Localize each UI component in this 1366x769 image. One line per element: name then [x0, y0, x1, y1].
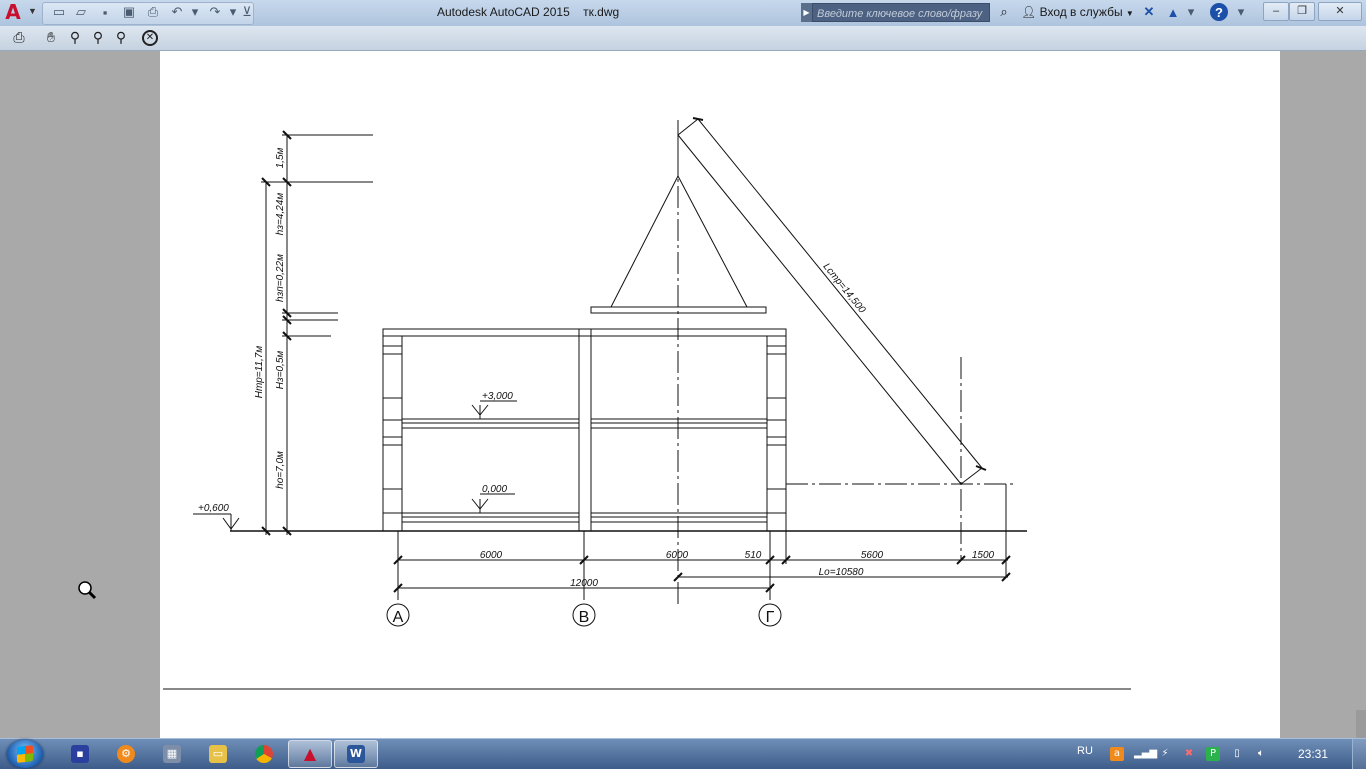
dim-text: 510 [745, 550, 762, 561]
usb-icon[interactable]: ▯ [1230, 747, 1244, 761]
a360-chevron-icon[interactable]: ▾ [1182, 4, 1200, 20]
level-text: 0,000 [482, 484, 507, 495]
restore-button[interactable]: ❐ [1289, 2, 1315, 21]
explorer-icon[interactable]: ▭ [196, 740, 240, 768]
dim-text: Hтр=11,7м [254, 346, 265, 399]
autocad-icon[interactable]: ▲ [288, 740, 332, 768]
dim-text: 6000 [480, 550, 503, 561]
word-icon[interactable]: W [334, 740, 378, 768]
axis-label: Г [766, 609, 775, 626]
dim-text: 12000 [570, 578, 598, 589]
saveas-icon[interactable]: ▣ [120, 4, 138, 20]
search-expand-icon[interactable]: ▶ [801, 3, 812, 22]
vlc-icon[interactable]: ⚙ [104, 740, 148, 768]
save-icon[interactable]: ▪ [96, 4, 114, 20]
dim-text: 5600 [861, 550, 884, 561]
login-chevron-icon: ▼ [1125, 9, 1134, 18]
language-indicator[interactable]: RU [1077, 745, 1093, 757]
zoom-previous-icon[interactable]: ⚲ [112, 29, 130, 47]
taskbar: ▪ ⚙ ▦ ▭ ▲ W RU a ▂▄▆ ⚡ ✖ P ▯ 🔈︎ 23:31 [0, 738, 1366, 769]
dim-text: 1500 [972, 550, 995, 561]
dim-text: Lо=10580 [819, 567, 864, 578]
user-icon: 👤︎ [1021, 5, 1037, 19]
tray-app-icon[interactable]: a [1110, 747, 1124, 761]
start-button[interactable] [7, 740, 43, 768]
zoom-realtime-icon[interactable]: ⚲ [66, 29, 84, 47]
network-signal-icon[interactable]: ▂▄▆ [1134, 747, 1157, 761]
redo-icon[interactable]: ↷ [206, 4, 224, 20]
customize-icon[interactable]: ⊻ [238, 4, 256, 20]
search-box [812, 3, 990, 23]
drawing-canvas: 1,5м hз=4,24м hзп=0,22м Hз=0,5м Hтр=11,7… [163, 117, 1131, 690]
show-desktop-button[interactable] [1352, 739, 1366, 769]
volume-icon[interactable]: 🔈︎ [1254, 747, 1268, 761]
close-button[interactable]: ✕ [1318, 2, 1362, 21]
login-button[interactable]: 👤︎ Вход в службы ▼ [1021, 5, 1134, 19]
scrollbar[interactable] [1356, 710, 1366, 738]
plot-preview-sheet: 1,5м hз=4,24м hзп=0,22м Hз=0,5м Hтр=11,7… [160, 51, 1280, 738]
dim-text: hо=7,0м [275, 451, 286, 489]
login-label: Вход в службы [1039, 5, 1123, 19]
calculator-icon[interactable]: ▦ [150, 740, 194, 768]
clock[interactable]: 23:31 [1298, 747, 1328, 761]
zoom-cursor-icon [78, 581, 97, 600]
level-text: +3,000 [482, 391, 513, 402]
open-icon[interactable]: ▱ [72, 4, 90, 20]
dim-text: hз=4,24м [275, 193, 286, 236]
chrome-icon[interactable] [242, 740, 286, 768]
dim-text: hзп=0,22м [275, 254, 286, 302]
minimize-button[interactable]: – [1263, 2, 1289, 21]
undo-dropdown-icon[interactable]: ▾ [186, 4, 204, 20]
help-chevron-icon[interactable]: ▾ [1232, 4, 1250, 20]
windows-logo-icon [17, 745, 33, 763]
preview-toolbar: ⎙ ✋︎ ⚲ ⚲ ⚲ ✕ [0, 26, 1366, 51]
dim-text: 6000 [666, 550, 689, 561]
media-player-icon[interactable]: ▪ [58, 740, 102, 768]
boom-length-label: Lстр=14,500 [821, 261, 868, 315]
level-text: +0,600 [198, 503, 229, 514]
exchange-icon[interactable]: ✕ [1140, 4, 1158, 20]
tray-green-icon[interactable]: P [1206, 747, 1220, 761]
network-warning-icon[interactable]: ✖ [1182, 747, 1196, 761]
autocad-logo-icon[interactable]: A [2, 1, 24, 23]
pan-icon[interactable]: ✋︎ [42, 29, 60, 47]
dim-text: 1,5м [275, 147, 286, 168]
help-icon[interactable]: ? [1210, 3, 1228, 21]
application-menu-chevron-icon[interactable]: ▼ [28, 6, 37, 16]
dim-text: Hз=0,5м [275, 351, 286, 390]
new-icon[interactable]: ▭ [50, 4, 68, 20]
print-icon[interactable]: ⎙ [144, 4, 162, 20]
axis-label: А [393, 609, 404, 626]
print-icon[interactable]: ⎙ [10, 29, 28, 47]
window-title: Autodesk AutoCAD 2015 тк.dwg [437, 5, 620, 19]
binoculars-icon[interactable]: ⌕ [995, 4, 1013, 20]
search-input[interactable] [813, 5, 989, 23]
undo-icon[interactable]: ↶ [168, 4, 186, 20]
zoom-window-icon[interactable]: ⚲ [89, 29, 107, 47]
close-preview-icon[interactable]: ✕ [142, 30, 158, 46]
axis-label: В [579, 609, 590, 626]
power-icon[interactable]: ⚡ [1158, 747, 1172, 761]
title-bar: A ▼ ▭ ▱ ▪ ▣ ⎙ ↶ ▾ ↷ ▾ ⊻ Autodesk AutoCAD… [0, 0, 1366, 27]
autodesk-a360-icon[interactable]: ▲ [1164, 4, 1182, 20]
